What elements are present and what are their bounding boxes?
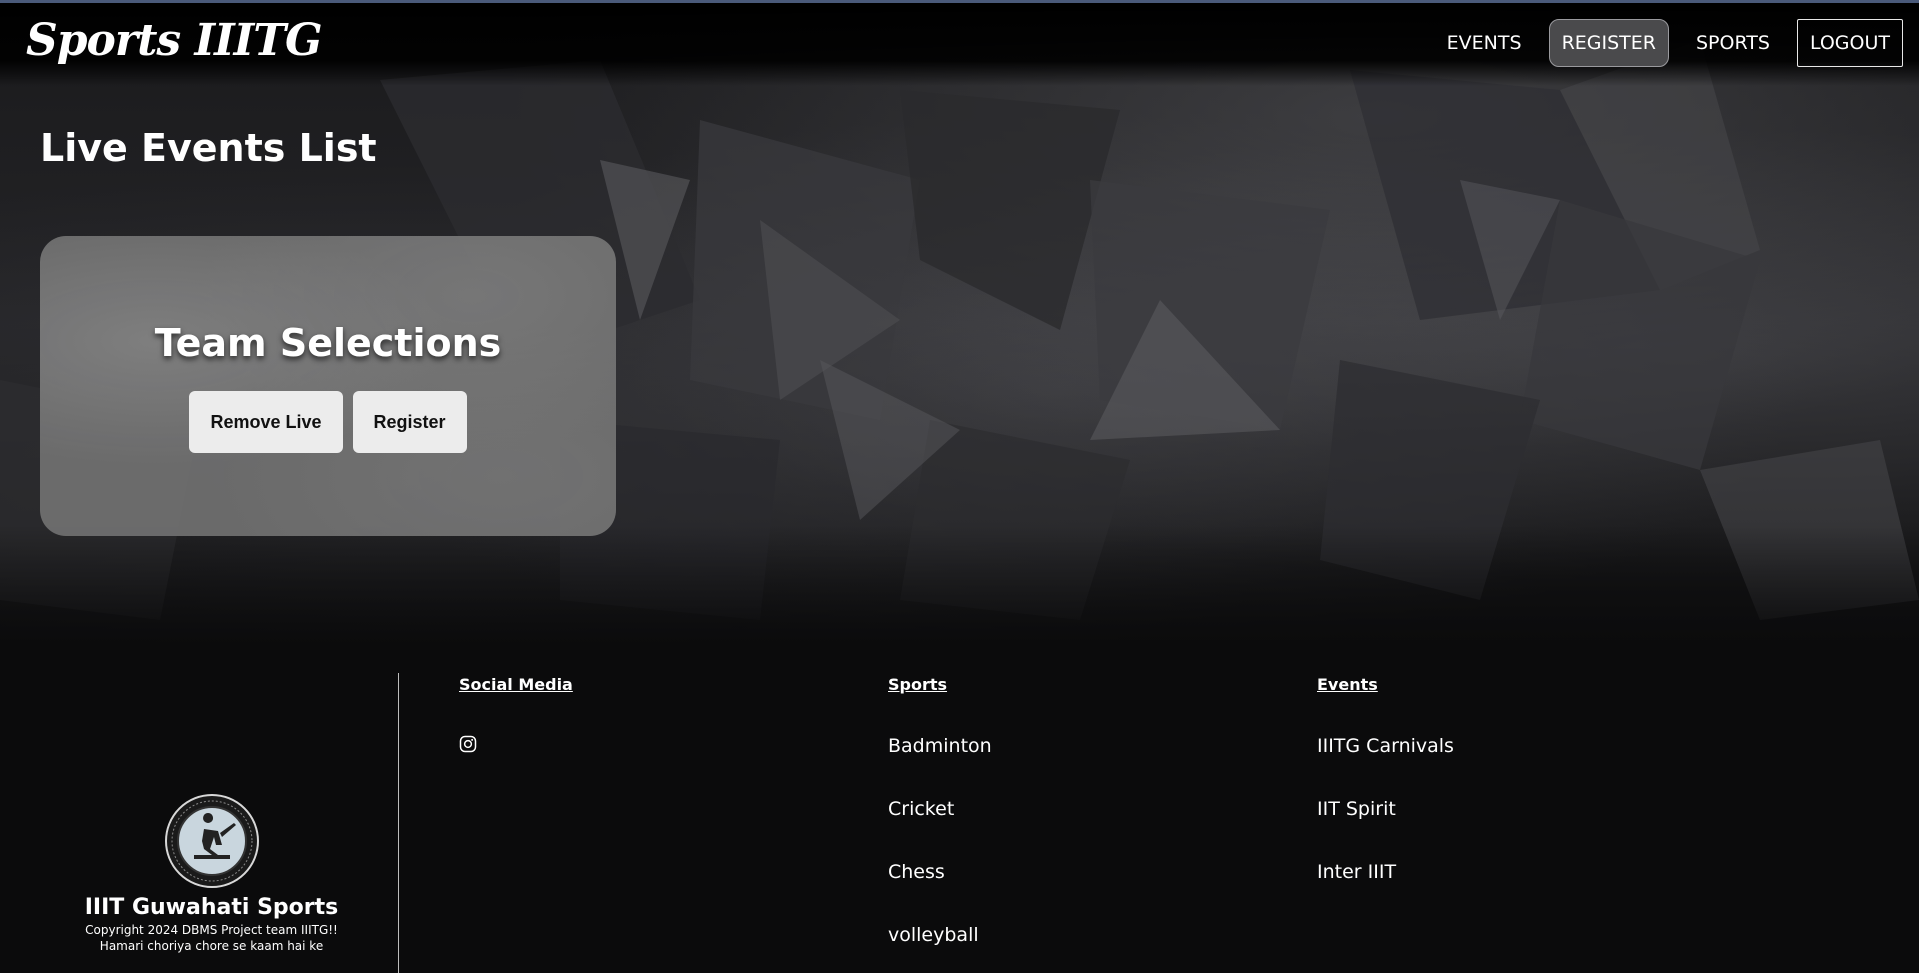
footer-org-name: IIIT Guwahati Sports [84, 895, 339, 920]
footer-divider [398, 673, 399, 973]
page: Sports IIITG EVENTS REGISTER SPORTS LOGO… [0, 0, 1919, 973]
footer-sports-heading: Sports [888, 675, 948, 694]
footer-sport-link[interactable]: volleyball [888, 924, 979, 946]
nav-events[interactable]: EVENTS [1434, 19, 1535, 67]
event-card-actions: Remove Live Register [40, 391, 616, 453]
footer-events-heading: Events [1317, 675, 1378, 694]
footer-sports-column: Sports Badminton Cricket Chess volleybal… [888, 675, 992, 946]
footer-sport-link[interactable]: Chess [888, 861, 945, 883]
footer-sport-link[interactable]: Cricket [888, 798, 954, 820]
remove-live-button[interactable]: Remove Live [189, 391, 343, 453]
footer-event-link[interactable]: Inter IIIT [1317, 861, 1396, 883]
footer-brand: IIIT Guwahati Sports Copyright 2024 DBMS… [0, 645, 398, 973]
page-title: Live Events List [40, 126, 377, 170]
brand-logo-text[interactable]: Sports IIITG [26, 15, 323, 66]
nav-register[interactable]: REGISTER [1548, 19, 1669, 67]
nav-sports[interactable]: SPORTS [1683, 19, 1783, 67]
footer-sport-link[interactable]: Badminton [888, 735, 992, 757]
footer-events-column: Events IIITG Carnivals IIT Spirit Inter … [1317, 675, 1454, 883]
navbar: Sports IIITG EVENTS REGISTER SPORTS LOGO… [0, 3, 1919, 86]
event-title: Team Selections [154, 321, 502, 365]
footer-event-link[interactable]: IIT Spirit [1317, 798, 1396, 820]
instagram-icon[interactable] [459, 735, 477, 753]
event-card: Team Selections Remove Live Register [40, 236, 616, 536]
site-footer: IIIT Guwahati Sports Copyright 2024 DBMS… [0, 645, 1919, 973]
nav-logout[interactable]: LOGOUT [1796, 19, 1903, 67]
register-button[interactable]: Register [352, 391, 467, 453]
top-accent-line [0, 0, 1919, 3]
footer-tagline: Hamari choriya chore se kaam hai ke [99, 939, 324, 953]
main-nav: EVENTS REGISTER SPORTS LOGOUT [1434, 19, 1903, 67]
sports-board-logo-icon [165, 794, 259, 888]
footer-event-link[interactable]: IIITG Carnivals [1317, 735, 1454, 757]
footer-social-column: Social Media [459, 675, 573, 753]
footer-social-heading: Social Media [459, 675, 573, 694]
footer-copyright: Copyright 2024 DBMS Project team IIITG!! [85, 923, 338, 937]
